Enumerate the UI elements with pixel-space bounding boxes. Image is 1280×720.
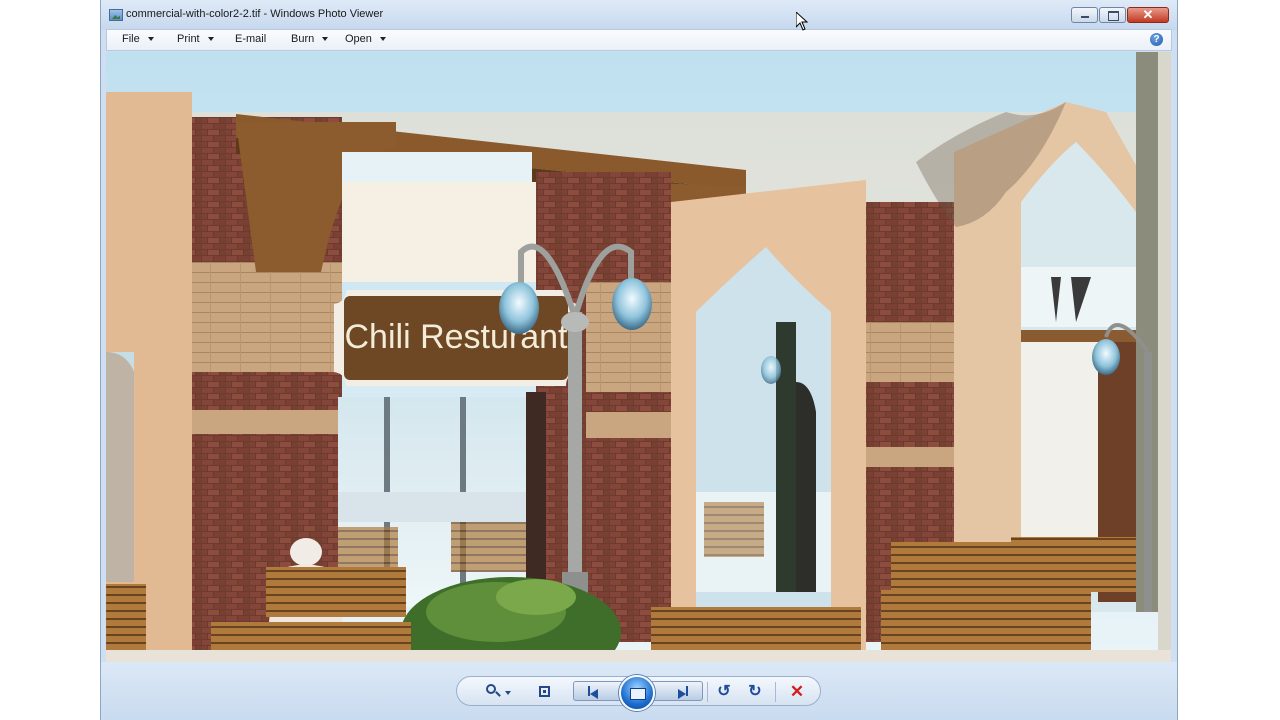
menu-print-label: Print [177, 33, 200, 45]
maximize-button[interactable] [1099, 7, 1126, 23]
close-icon: ✕ [1142, 7, 1154, 22]
previous-icon[interactable] [588, 686, 598, 704]
minimize-icon [1081, 16, 1089, 18]
rotate-counterclockwise-icon[interactable]: ↺ [714, 683, 734, 701]
chevron-down-icon [207, 37, 214, 41]
help-icon[interactable]: ? [1150, 33, 1163, 46]
menu-email-label: E-mail [235, 33, 267, 45]
next-icon[interactable] [678, 686, 688, 704]
navigation-controls: ↺ ↻ ✕ [456, 675, 821, 711]
rotate-clockwise-icon[interactable]: ↻ [745, 683, 765, 701]
menu-open-label: Open [345, 33, 372, 45]
toolbar-divider [707, 682, 708, 702]
control-bar: ↺ ↻ ✕ [101, 662, 1177, 720]
menu-burn[interactable]: Burn [291, 33, 329, 45]
menu-file-label: File [122, 33, 140, 45]
restaurant-rendering: Chili Resturant [106, 52, 1171, 662]
delete-icon[interactable]: ✕ [787, 683, 807, 701]
maximize-icon [1108, 11, 1119, 21]
title-bar[interactable]: commercial-with-color2-2.tif - Windows P… [101, 0, 1177, 30]
mouse-cursor-icon [796, 12, 808, 31]
menu-open[interactable]: Open [345, 33, 386, 45]
menu-bar: File Print E-mail Burn Open ? [106, 29, 1172, 51]
menu-email[interactable]: E-mail [235, 33, 266, 45]
menu-file[interactable]: File [122, 33, 154, 45]
slideshow-icon[interactable] [619, 675, 655, 711]
menu-print[interactable]: Print [177, 33, 214, 45]
minimize-button[interactable] [1071, 7, 1098, 23]
chevron-down-icon [379, 37, 386, 41]
menu-burn-label: Burn [291, 33, 315, 45]
zoom-icon[interactable] [485, 683, 511, 701]
toolbar-divider [775, 682, 776, 702]
window-controls: ✕ [1070, 7, 1169, 24]
actual-size-icon[interactable] [536, 683, 556, 701]
image-viewport[interactable]: Chili Resturant [106, 52, 1171, 662]
close-button[interactable]: ✕ [1127, 7, 1169, 23]
chevron-down-icon [147, 37, 154, 41]
app-icon [109, 9, 123, 21]
photo-viewer-window: commercial-with-color2-2.tif - Windows P… [100, 0, 1178, 720]
window-title: commercial-with-color2-2.tif - Windows P… [126, 8, 384, 20]
chevron-down-icon [322, 37, 329, 41]
